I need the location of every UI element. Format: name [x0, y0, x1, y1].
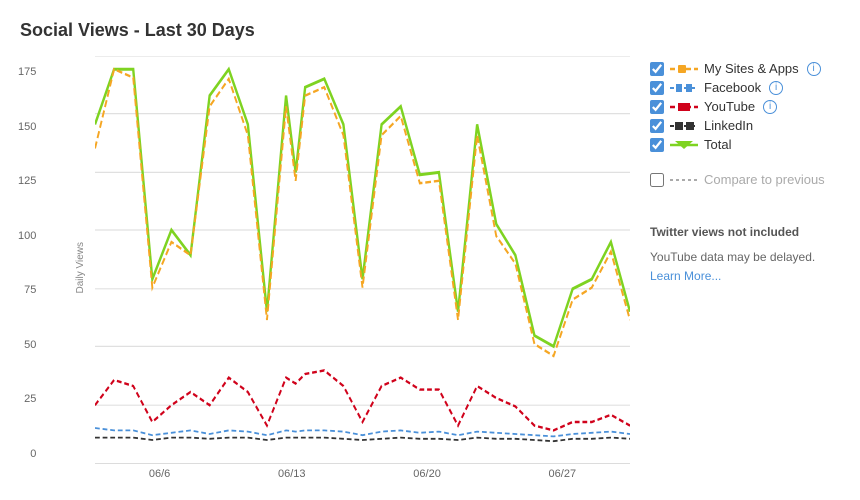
y-tick-125: 125: [18, 175, 36, 187]
legend-label-youtube: YouTube: [704, 99, 755, 114]
legend-icon-mysites: [670, 62, 698, 76]
chart-wrapper: 175 150 125 100 75 50 25 0 Daily Views: [20, 56, 630, 480]
linkedin-legend-icon: [670, 119, 698, 133]
total-line: [95, 69, 630, 346]
legend-item-linkedin: LinkedIn: [650, 118, 840, 133]
compare-item: Compare to previous: [650, 172, 840, 187]
legend-checkbox-total[interactable]: [650, 138, 664, 152]
info-icon-youtube[interactable]: i: [763, 100, 777, 114]
linkedin-line: [95, 438, 630, 442]
x-label-06-20: 06/20: [413, 468, 441, 480]
x-label-06-6: 06/6: [149, 468, 170, 480]
svg-container: [95, 56, 630, 464]
youtube-note-text: YouTube data may be delayed.: [650, 250, 815, 264]
y-tick-50: 50: [24, 339, 36, 351]
page-container: Social Views - Last 30 Days 175 150 125 …: [0, 0, 860, 500]
y-tick-175: 175: [18, 66, 36, 78]
x-axis-labels: 06/6 06/13 06/20 06/27: [95, 464, 630, 480]
compare-checkbox[interactable]: [650, 173, 664, 187]
compare-legend-icon: [670, 173, 698, 187]
legend-item-facebook: Facebook i: [650, 80, 840, 95]
legend-spacer: [650, 156, 840, 168]
legend-item-youtube: YouTube i: [650, 99, 840, 114]
legend-item-total: Total: [650, 137, 840, 152]
info-icon-facebook[interactable]: i: [769, 81, 783, 95]
legend-label-total: Total: [704, 137, 731, 152]
y-tick-25: 25: [24, 393, 36, 405]
page-title: Social Views - Last 30 Days: [20, 20, 840, 41]
y-tick-150: 150: [18, 121, 36, 133]
y-tick-100: 100: [18, 230, 36, 242]
legend-icon-youtube: [670, 100, 698, 114]
x-label-06-27: 06/27: [549, 468, 577, 480]
legend-icon-total: [670, 138, 698, 152]
legend-checkbox-facebook[interactable]: [650, 81, 664, 95]
legend-checkbox-linkedin[interactable]: [650, 119, 664, 133]
learn-more-link[interactable]: Learn More...: [650, 269, 721, 283]
compare-label: Compare to previous: [704, 172, 825, 187]
compare-icon: [670, 173, 698, 187]
legend-label-facebook: Facebook: [704, 80, 761, 95]
mysites-line: [95, 69, 630, 356]
y-tick-0: 0: [30, 448, 36, 460]
info-icon-mysites[interactable]: i: [807, 62, 821, 76]
chart-area: 175 150 125 100 75 50 25 0 Daily Views: [20, 56, 840, 480]
x-label-06-13: 06/13: [278, 468, 306, 480]
y-tick-75: 75: [24, 284, 36, 296]
total-legend-icon: [670, 138, 698, 152]
y-axis-label: 175 150 125 100 75 50 25 0: [20, 56, 65, 480]
chart-inner: 06/6 06/13 06/20 06/27: [95, 56, 630, 480]
legend-checkbox-youtube[interactable]: [650, 100, 664, 114]
chart-svg: [95, 56, 630, 464]
y-axis-title: Daily Views: [75, 242, 86, 294]
legend-item-mysites: My Sites & Apps i: [650, 61, 840, 76]
legend-label-mysites: My Sites & Apps: [704, 61, 799, 76]
legend-icon-linkedin: [670, 119, 698, 133]
legend-label-linkedin: LinkedIn: [704, 118, 753, 133]
legend-checkbox-mysites[interactable]: [650, 62, 664, 76]
youtube-note: YouTube data may be delayed. Learn More.…: [650, 248, 840, 286]
youtube-line: [95, 370, 630, 430]
twitter-note: Twitter views not included: [650, 223, 840, 242]
legend: My Sites & Apps i Facebook i: [630, 56, 840, 480]
facebook-legend-icon: [670, 81, 698, 95]
legend-icon-facebook: [670, 81, 698, 95]
youtube-legend-icon: [670, 100, 698, 114]
mysites-legend-icon: [670, 62, 698, 76]
notes-spacer: [650, 191, 840, 207]
notes-section: Twitter views not included YouTube data …: [650, 223, 840, 287]
